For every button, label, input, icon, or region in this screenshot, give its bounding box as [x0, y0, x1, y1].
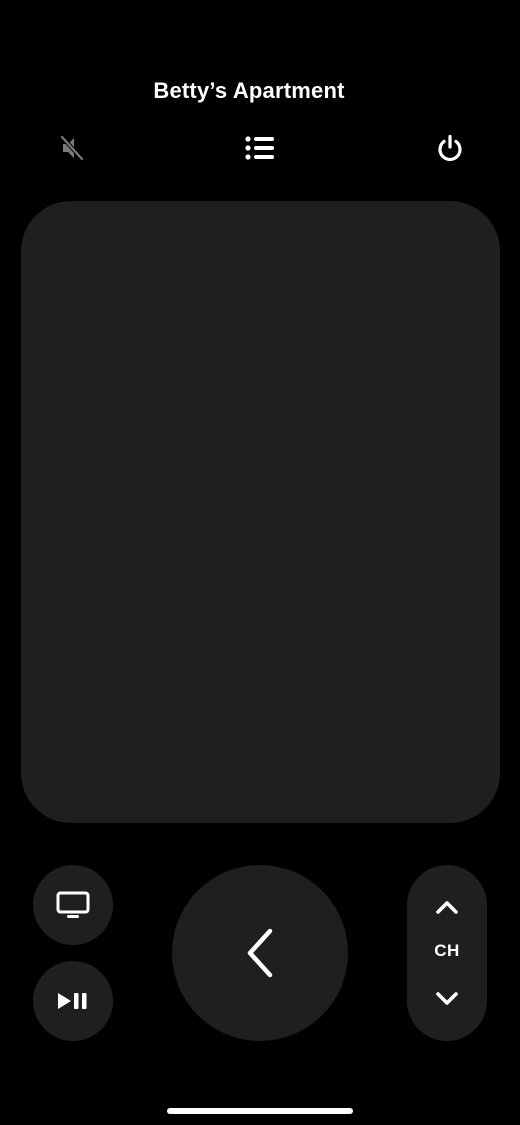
channel-label: CH [434, 941, 460, 960]
channel-up-button[interactable] [407, 877, 487, 937]
remote-screen: Betty’s Apartment CH [0, 0, 520, 1125]
play-pause-icon [58, 993, 87, 1009]
channel-rocker: CH [407, 865, 487, 1041]
device-title: Betty’s Apartment [153, 78, 345, 103]
tv-icon [56, 891, 90, 918]
mute-button[interactable] [50, 128, 94, 168]
list-icon [245, 136, 274, 160]
channel-down-button[interactable] [407, 969, 487, 1029]
power-button[interactable] [428, 128, 472, 168]
home-indicator[interactable] [167, 1108, 353, 1114]
chevron-left-icon [247, 928, 273, 978]
tv-button[interactable] [33, 865, 113, 945]
chevron-up-icon [436, 901, 458, 914]
speaker-muted-icon [60, 135, 84, 161]
chevron-down-icon [436, 992, 458, 1005]
back-button[interactable] [172, 865, 348, 1041]
play-pause-button[interactable] [33, 961, 113, 1041]
channel-list-button[interactable] [238, 128, 282, 168]
touchpad[interactable] [21, 201, 500, 823]
power-icon [438, 134, 462, 162]
